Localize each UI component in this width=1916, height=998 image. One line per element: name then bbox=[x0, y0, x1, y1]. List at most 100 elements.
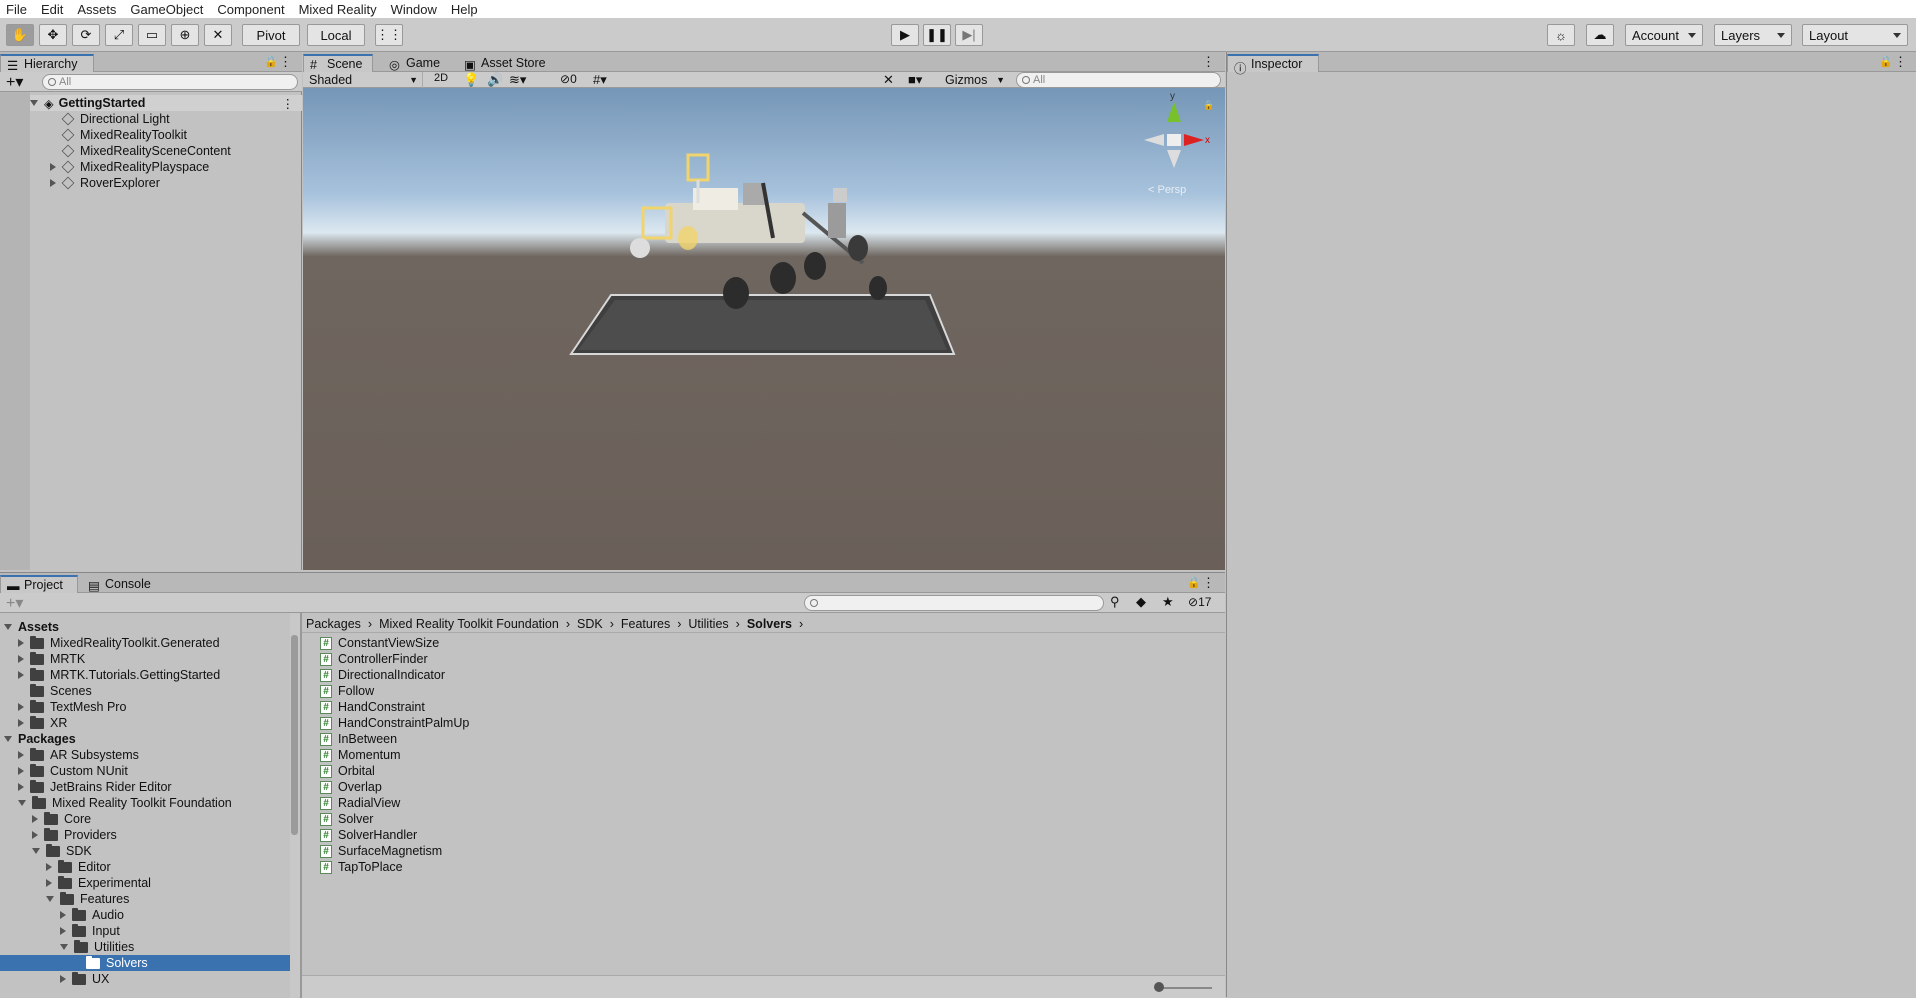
breadcrumb-item[interactable]: SDK bbox=[577, 617, 603, 631]
scene-gizmo[interactable]: y x < Persp 🔒 bbox=[1144, 91, 1214, 196]
file-item[interactable]: # DirectionalIndicator bbox=[320, 667, 445, 683]
pivot-toggle[interactable]: Pivot bbox=[242, 24, 300, 46]
layout-dropdown[interactable]: Layout bbox=[1802, 24, 1908, 46]
tab-inspector[interactable]: ⓘ Inspector bbox=[1227, 54, 1319, 76]
expand-triangle-icon[interactable] bbox=[18, 767, 24, 775]
file-item[interactable]: # Follow bbox=[320, 683, 374, 699]
more-icon[interactable]: ⋮ bbox=[1202, 575, 1215, 591]
tools-icon[interactable]: ✕ bbox=[883, 72, 894, 88]
local-toggle[interactable]: Local bbox=[307, 24, 365, 46]
scene-row[interactable]: ◈ GettingStarted ⋮ bbox=[30, 95, 302, 111]
search-by-type-icon[interactable]: ⚲ bbox=[1110, 594, 1120, 610]
menu-mixed-reality[interactable]: Mixed Reality bbox=[299, 2, 377, 17]
lock-icon[interactable]: 🔒 bbox=[1879, 55, 1893, 68]
tab-hierarchy[interactable]: ☰ Hierarchy bbox=[0, 54, 94, 73]
expand-triangle-icon[interactable] bbox=[18, 703, 24, 711]
scene-viewport[interactable]: y x < Persp 🔒 bbox=[303, 88, 1225, 570]
expand-triangle-icon[interactable] bbox=[18, 783, 24, 791]
file-item[interactable]: # SurfaceMagnetism bbox=[320, 843, 442, 859]
audio-icon[interactable]: 🔊 bbox=[487, 72, 503, 88]
play-button[interactable]: ▶ bbox=[891, 24, 919, 46]
tab-scene[interactable]: # Scene bbox=[303, 54, 373, 72]
project-tree-item[interactable]: XR bbox=[0, 715, 290, 731]
tree-scrollbar-thumb[interactable] bbox=[291, 635, 298, 835]
more-icon[interactable]: ⋮ bbox=[1894, 54, 1907, 70]
expand-triangle-icon[interactable] bbox=[4, 624, 12, 630]
file-item[interactable]: # InBetween bbox=[320, 731, 397, 747]
custom-tool-button[interactable]: ✕ bbox=[204, 24, 232, 46]
hierarchy-item[interactable]: RoverExplorer bbox=[50, 175, 160, 191]
hierarchy-item[interactable]: MixedRealityPlayspace bbox=[50, 159, 209, 175]
project-tree-item[interactable]: Mixed Reality Toolkit Foundation bbox=[0, 795, 290, 811]
zoom-slider-handle[interactable] bbox=[1154, 982, 1164, 992]
breadcrumb-item[interactable]: Mixed Reality Toolkit Foundation bbox=[379, 617, 559, 631]
project-tree-item[interactable]: Solvers bbox=[0, 955, 290, 971]
expand-triangle-icon[interactable] bbox=[30, 100, 38, 106]
file-item[interactable]: # Orbital bbox=[320, 763, 375, 779]
more-icon[interactable]: ⋮ bbox=[279, 54, 292, 70]
project-tree-item[interactable]: Input bbox=[0, 923, 290, 939]
file-item[interactable]: # ConstantViewSize bbox=[320, 635, 439, 651]
step-button[interactable]: ▶| bbox=[955, 24, 983, 46]
scene-more-icon[interactable]: ⋮ bbox=[282, 96, 295, 111]
collab-button[interactable]: ☼ bbox=[1547, 24, 1575, 46]
transform-tool-button[interactable]: ⊕ bbox=[171, 24, 199, 46]
hierarchy-search-input[interactable]: All bbox=[42, 74, 298, 90]
expand-triangle-icon[interactable] bbox=[18, 719, 24, 727]
pause-button[interactable]: ❚❚ bbox=[923, 24, 951, 46]
hierarchy-item[interactable]: MixedRealitySceneContent bbox=[50, 143, 231, 159]
hidden-objects-toggle[interactable]: ⊘0 bbox=[560, 72, 577, 86]
breadcrumb-item[interactable]: Packages bbox=[306, 617, 361, 631]
2d-toggle[interactable]: 2D bbox=[429, 72, 453, 88]
more-icon[interactable]: ⋮ bbox=[1202, 54, 1215, 70]
expand-triangle-icon[interactable] bbox=[46, 879, 52, 887]
menu-gameobject[interactable]: GameObject bbox=[130, 2, 203, 17]
hierarchy-item[interactable]: Directional Light bbox=[50, 111, 170, 127]
menu-help[interactable]: Help bbox=[451, 2, 478, 17]
expand-triangle-icon[interactable] bbox=[60, 944, 68, 950]
expand-triangle-icon[interactable] bbox=[60, 927, 66, 935]
project-tree-item[interactable]: Providers bbox=[0, 827, 290, 843]
favorite-icon[interactable]: ★ bbox=[1162, 594, 1174, 610]
project-tree-item[interactable]: Features bbox=[0, 891, 290, 907]
shading-dropdown[interactable]: Shaded ▼ bbox=[305, 72, 423, 88]
expand-triangle-icon[interactable] bbox=[60, 975, 66, 983]
project-tree-item[interactable]: Custom NUnit bbox=[0, 763, 290, 779]
project-tree-item[interactable]: SDK bbox=[0, 843, 290, 859]
file-item[interactable]: # RadialView bbox=[320, 795, 400, 811]
expand-triangle-icon[interactable] bbox=[32, 831, 38, 839]
expand-triangle-icon[interactable] bbox=[50, 163, 56, 171]
file-item[interactable]: # SolverHandler bbox=[320, 827, 417, 843]
file-item[interactable]: # ControllerFinder bbox=[320, 651, 428, 667]
menu-window[interactable]: Window bbox=[391, 2, 437, 17]
scene-search-input[interactable]: All bbox=[1016, 72, 1221, 88]
file-item[interactable]: # Solver bbox=[320, 811, 373, 827]
expand-triangle-icon[interactable] bbox=[32, 815, 38, 823]
lighting-icon[interactable]: 💡 bbox=[463, 72, 479, 88]
file-item[interactable]: # Momentum bbox=[320, 747, 401, 763]
breadcrumb-item[interactable]: Solvers bbox=[747, 617, 792, 631]
project-tree-item[interactable]: Utilities bbox=[0, 939, 290, 955]
camera-icon[interactable]: ■▾ bbox=[908, 72, 922, 88]
lock-icon[interactable]: 🔒 bbox=[264, 55, 278, 68]
menu-assets[interactable]: Assets bbox=[77, 2, 116, 17]
add-icon[interactable]: +▾ bbox=[6, 593, 23, 613]
project-tree-item[interactable]: MRTK bbox=[0, 651, 290, 667]
grid-snap-button[interactable]: ⋮⋮ bbox=[375, 24, 403, 46]
grid-toggle-icon[interactable]: #▾ bbox=[593, 72, 607, 88]
project-tree-item[interactable]: Audio bbox=[0, 907, 290, 923]
zoom-slider-track[interactable] bbox=[1157, 987, 1212, 989]
project-tree-item[interactable]: Editor bbox=[0, 859, 290, 875]
add-icon[interactable]: +▾ bbox=[6, 72, 23, 92]
file-item[interactable]: # HandConstraint bbox=[320, 699, 425, 715]
move-tool-button[interactable]: ✥ bbox=[39, 24, 67, 46]
expand-triangle-icon[interactable] bbox=[50, 179, 56, 187]
project-tree-item[interactable]: MixedRealityToolkit.Generated bbox=[0, 635, 290, 651]
file-item[interactable]: # Overlap bbox=[320, 779, 382, 795]
tab-project[interactable]: ▬ Project bbox=[0, 575, 78, 593]
tree-scrollbar[interactable] bbox=[290, 613, 300, 998]
expand-triangle-icon[interactable] bbox=[18, 639, 24, 647]
gizmo-lock-icon[interactable]: 🔒 bbox=[1203, 100, 1214, 110]
tab-game[interactable]: ◎ Game bbox=[383, 54, 453, 72]
gizmo-persp-label[interactable]: < Persp bbox=[1148, 184, 1186, 196]
